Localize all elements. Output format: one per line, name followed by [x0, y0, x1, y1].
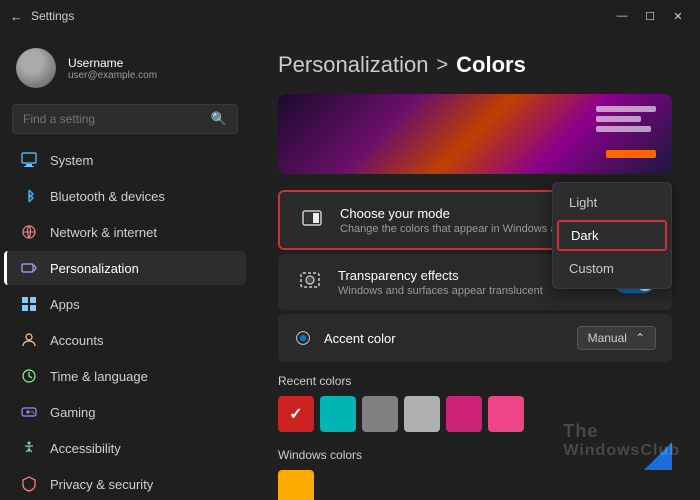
- personalization-icon: [20, 259, 38, 277]
- sidebar-item-bluetooth-label: Bluetooth & devices: [50, 189, 165, 204]
- privacy-icon: [20, 475, 38, 493]
- sidebar-item-privacy-label: Privacy & security: [50, 477, 153, 492]
- breadcrumb: Personalization > Colors: [278, 52, 672, 78]
- windows-colors-section: Windows colors: [250, 440, 700, 500]
- search-box[interactable]: 🔍: [12, 104, 238, 134]
- mode-dropdown-container: Choose your mode Change the colors that …: [278, 190, 672, 250]
- search-icon: 🔍: [211, 111, 227, 127]
- user-info: Username user@example.com: [68, 56, 157, 81]
- accent-dropdown-label: Manual: [588, 331, 627, 345]
- color-swatch-3[interactable]: [404, 396, 440, 432]
- user-name: Username: [68, 56, 157, 70]
- color-swatch-4[interactable]: [446, 396, 482, 432]
- preview-line-2: [596, 116, 641, 122]
- sidebar-item-accounts[interactable]: Accounts: [4, 323, 246, 357]
- sidebar-item-network[interactable]: Network & internet: [4, 215, 246, 249]
- mode-option-custom[interactable]: Custom: [553, 253, 671, 284]
- color-swatch-0[interactable]: ✓: [278, 396, 314, 432]
- sidebar-item-apps[interactable]: Apps: [4, 287, 246, 321]
- breadcrumb-current: Colors: [456, 52, 526, 78]
- search-input[interactable]: [23, 112, 203, 126]
- minimize-button[interactable]: —: [610, 6, 634, 26]
- sidebar-item-gaming-label: Gaming: [50, 405, 96, 420]
- accent-dropdown[interactable]: Manual ⌃: [577, 326, 656, 350]
- swatch-check-0: ✓: [289, 404, 302, 424]
- color-swatch-2[interactable]: [362, 396, 398, 432]
- sidebar-item-privacy[interactable]: Privacy & security: [4, 467, 246, 500]
- mode-icon: [296, 204, 328, 236]
- accent-dropdown-chevron: ⌃: [635, 331, 645, 345]
- sidebar-header: Username user@example.com: [0, 32, 250, 96]
- breadcrumb-separator: >: [436, 54, 448, 77]
- preview-accent-bar: [606, 150, 656, 158]
- recent-colors-section: Recent colors ✓: [250, 366, 700, 440]
- back-icon[interactable]: ←: [10, 9, 23, 24]
- gaming-icon: [20, 403, 38, 421]
- windows-colors-title: Windows colors: [278, 448, 672, 462]
- recent-colors-title: Recent colors: [278, 374, 672, 388]
- network-icon: [20, 223, 38, 241]
- accent-icon: [294, 329, 312, 347]
- sidebar-item-accounts-label: Accounts: [50, 333, 103, 348]
- app-body: Username user@example.com 🔍 System Bluet…: [0, 32, 700, 500]
- main-content: Personalization > Colors: [250, 32, 700, 500]
- windows-colors-swatches: [278, 470, 672, 500]
- preview-banner: [278, 94, 672, 174]
- sidebar-item-gaming[interactable]: Gaming: [4, 395, 246, 429]
- sidebar-item-accessibility[interactable]: Accessibility: [4, 431, 246, 465]
- preview-lines: [596, 106, 656, 132]
- accent-color-title: Accent color: [324, 331, 577, 346]
- system-icon: [20, 151, 38, 169]
- avatar: [16, 48, 56, 88]
- titlebar-title: Settings: [31, 9, 74, 23]
- avatar-image: [16, 48, 56, 88]
- titlebar-left: ← Settings: [10, 9, 74, 24]
- mode-option-light[interactable]: Light: [553, 187, 671, 218]
- sidebar-item-system[interactable]: System: [4, 143, 246, 177]
- sidebar-item-time[interactable]: Time & language: [4, 359, 246, 393]
- titlebar-controls: — ☐ ✕: [610, 6, 690, 26]
- accent-color-row[interactable]: Accent color Manual ⌃: [278, 314, 672, 362]
- windows-color-swatch-0[interactable]: [278, 470, 314, 500]
- recent-colors-swatches: ✓: [278, 396, 672, 432]
- titlebar: ← Settings — ☐ ✕: [0, 0, 700, 32]
- sidebar-item-network-label: Network & internet: [50, 225, 157, 240]
- user-email: user@example.com: [68, 70, 157, 81]
- mode-option-dark[interactable]: Dark: [557, 220, 667, 251]
- preview-line-1: [596, 106, 656, 112]
- sidebar-item-apps-label: Apps: [50, 297, 80, 312]
- transparency-icon: [294, 266, 326, 298]
- accounts-icon: [20, 331, 38, 349]
- color-swatch-5[interactable]: [488, 396, 524, 432]
- maximize-button[interactable]: ☐: [638, 6, 662, 26]
- preview-line-3: [596, 126, 651, 132]
- sidebar-item-accessibility-label: Accessibility: [50, 441, 121, 456]
- sidebar-item-time-label: Time & language: [50, 369, 148, 384]
- sidebar-item-bluetooth[interactable]: Bluetooth & devices: [4, 179, 246, 213]
- sidebar-item-personalization[interactable]: Personalization: [4, 251, 246, 285]
- content-header: Personalization > Colors: [250, 32, 700, 94]
- sidebar-item-personalization-label: Personalization: [50, 261, 139, 276]
- mode-dropdown-popup: Light Dark Custom: [552, 182, 672, 289]
- apps-icon: [20, 295, 38, 313]
- accessibility-icon: [20, 439, 38, 457]
- time-icon: [20, 367, 38, 385]
- color-swatch-1[interactable]: [320, 396, 356, 432]
- sidebar-item-system-label: System: [50, 153, 93, 168]
- breadcrumb-parent: Personalization: [278, 52, 428, 78]
- sidebar: Username user@example.com 🔍 System Bluet…: [0, 32, 250, 500]
- close-button[interactable]: ✕: [666, 6, 690, 26]
- bluetooth-icon: [20, 187, 38, 205]
